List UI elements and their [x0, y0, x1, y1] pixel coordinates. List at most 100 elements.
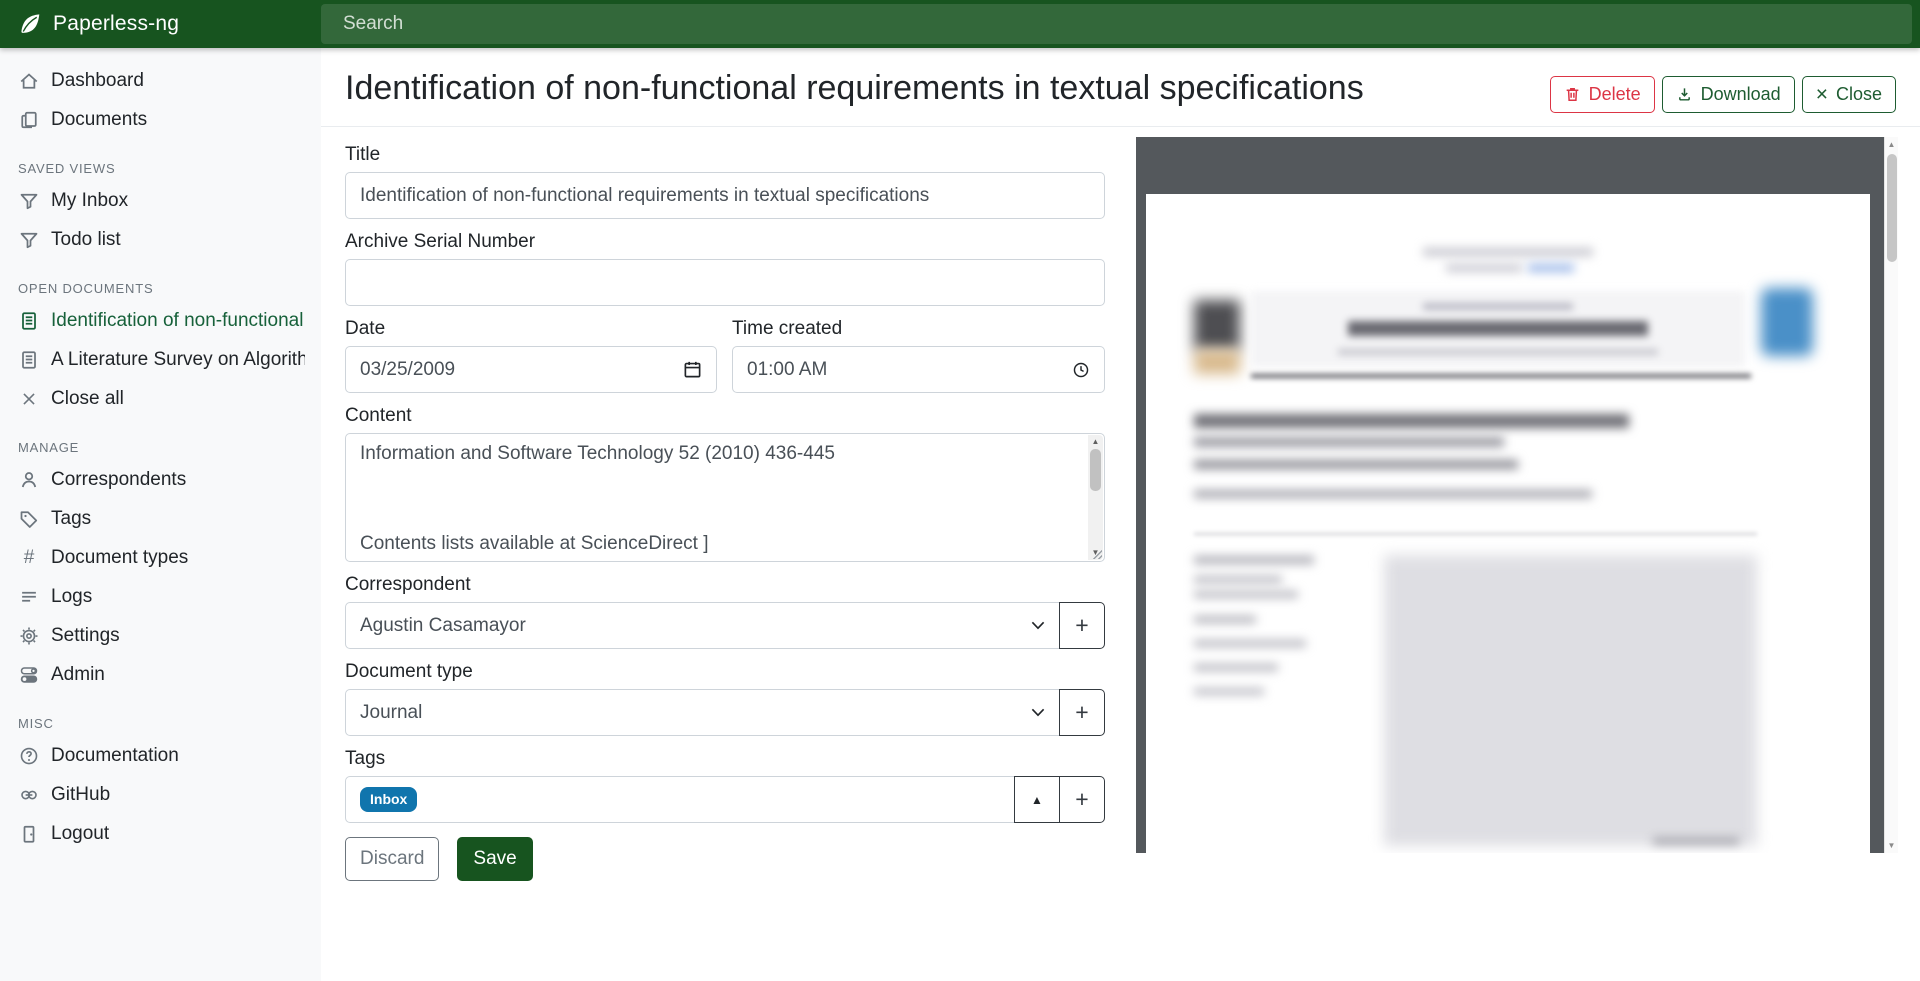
scrollbar-thumb[interactable] [1090, 449, 1101, 491]
funnel-icon [18, 190, 40, 212]
blurred-text-line [1446, 264, 1522, 272]
sidebar-item-label: Logs [51, 586, 92, 608]
sidebar-item-label: A Literature Survey on Algorithms for Mu… [51, 349, 305, 371]
save-button[interactable]: Save [457, 837, 532, 881]
document-type-select[interactable]: Journal [345, 689, 1060, 736]
content-line-2: Contents lists available at ScienceDirec… [360, 533, 709, 555]
blurred-journal-cover [1194, 300, 1240, 350]
sidebar-item-label: Todo list [51, 229, 121, 251]
blurred-text-line [1194, 576, 1282, 583]
person-icon [18, 469, 40, 491]
discard-button[interactable]: Discard [345, 837, 439, 881]
content-textarea[interactable]: Information and Software Technology 52 (… [345, 433, 1105, 562]
time-input[interactable]: 01:00 AM [732, 346, 1105, 393]
asn-input[interactable] [345, 259, 1105, 306]
chevron-down-icon [1031, 621, 1045, 630]
delete-button-label: Delete [1589, 84, 1641, 105]
document-edit-form: Title Identification of non-functional r… [345, 144, 1105, 881]
search-bar [321, 0, 1920, 48]
blurred-author-line [1194, 460, 1518, 469]
tags-label: Tags [345, 748, 1105, 770]
sidebar-item-label: Identification of non-functional require… [51, 310, 305, 332]
search-input[interactable] [321, 4, 1912, 44]
add-correspondent-button[interactable]: + [1059, 602, 1105, 649]
close-icon [18, 388, 40, 410]
main-content: Identification of non-functional require… [321, 48, 1920, 981]
trash-icon [1564, 86, 1581, 103]
sidebar-item-close-all[interactable]: Close all [0, 380, 321, 419]
content-line-1: Information and Software Technology 52 (… [360, 443, 835, 465]
blurred-text-line [1194, 490, 1592, 498]
top-navbar: Paperless-ng [0, 0, 1920, 48]
content-scrollbar[interactable]: ▲ ▼ [1088, 435, 1103, 560]
sidebar-item-todo-list[interactable]: Todo list [0, 221, 321, 260]
title-field-group: Title Identification of non-functional r… [345, 144, 1105, 219]
title-label: Title [345, 144, 1105, 166]
sidebar-item-dashboard[interactable]: Dashboard [0, 62, 321, 101]
content-field-group: Content Information and Software Technol… [345, 405, 1105, 562]
close-button[interactable]: × Close [1802, 76, 1896, 113]
clock-icon[interactable] [1072, 361, 1090, 379]
sidebar-item-my-inbox[interactable]: My Inbox [0, 182, 321, 221]
sidebar-item-label: GitHub [51, 784, 110, 806]
sidebar-item-admin[interactable]: Admin [0, 656, 321, 695]
sidebar-open-doc-2[interactable]: A Literature Survey on Algorithms for Mu… [0, 341, 321, 380]
preview-scrollbar[interactable]: ▲ ▼ [1884, 137, 1898, 853]
sidebar-item-documentation[interactable]: Documentation [0, 737, 321, 776]
blurred-abstract-block [1384, 556, 1757, 846]
scroll-up-icon[interactable]: ▲ [1092, 435, 1100, 449]
sidebar: Dashboard Documents SAVED VIEWS My Inbox [0, 48, 321, 981]
sidebar-item-label: Settings [51, 625, 120, 647]
blurred-rule [1251, 374, 1751, 378]
house-icon [18, 70, 40, 92]
sidebar-open-doc-1[interactable]: Identification of non-functional require… [0, 302, 321, 341]
documents-icon [18, 109, 40, 131]
add-document-type-button[interactable]: + [1059, 689, 1105, 736]
correspondent-select[interactable]: Agustin Casamayor [345, 602, 1060, 649]
sidebar-item-documents[interactable]: Documents [0, 101, 321, 140]
download-button-label: Download [1701, 84, 1781, 105]
blurred-divider [1194, 533, 1757, 535]
date-label: Date [345, 318, 717, 340]
sidebar-section-misc: MISC [18, 716, 305, 731]
sidebar-item-document-types[interactable]: # Document types [0, 539, 321, 578]
scrollbar-thumb[interactable] [1887, 154, 1897, 262]
sidebar-item-tags[interactable]: Tags [0, 500, 321, 539]
download-button[interactable]: Download [1662, 76, 1795, 113]
title-input[interactable]: Identification of non-functional require… [345, 172, 1105, 219]
tags-input[interactable]: Inbox [345, 776, 1015, 823]
blurred-text-line [1194, 688, 1264, 695]
add-tag-button[interactable]: + [1059, 776, 1105, 823]
time-label: Time created [732, 318, 1105, 340]
calendar-icon[interactable] [683, 360, 702, 379]
tags-field-group: Tags Inbox ▲ + [345, 748, 1105, 823]
blurred-text-line [1423, 248, 1593, 256]
brand-title: Paperless-ng [53, 12, 179, 36]
close-icon: × [1816, 84, 1828, 105]
pdf-preview-pane[interactable]: ▲ ▼ [1136, 137, 1898, 853]
scroll-down-icon[interactable]: ▼ [1888, 838, 1896, 853]
collapse-tags-button[interactable]: ▲ [1014, 776, 1060, 823]
correspondent-field-group: Correspondent Agustin Casamayor + [345, 574, 1105, 649]
scroll-up-icon[interactable]: ▲ [1888, 137, 1896, 152]
document-header: Identification of non-functional require… [321, 48, 1920, 127]
sidebar-item-logs[interactable]: Logs [0, 578, 321, 617]
blurred-text-line [1194, 591, 1298, 598]
tag-badge-inbox[interactable]: Inbox [360, 787, 417, 812]
blurred-text-line [1194, 556, 1314, 564]
correspondent-label: Correspondent [345, 574, 1105, 596]
funnel-icon [18, 229, 40, 251]
document-type-field-group: Document type Journal + [345, 661, 1105, 736]
page-title: Identification of non-functional require… [345, 68, 1364, 109]
content-label: Content [345, 405, 1105, 427]
sidebar-item-settings[interactable]: Settings [0, 617, 321, 656]
delete-button[interactable]: Delete [1550, 76, 1655, 113]
sidebar-item-correspondents[interactable]: Correspondents [0, 461, 321, 500]
text-lines-icon [18, 586, 40, 608]
app-brand[interactable]: Paperless-ng [0, 0, 321, 48]
date-time-row: Date 03/25/2009 Time created 01:00 AM [345, 318, 1105, 393]
sidebar-item-github[interactable]: GitHub [0, 776, 321, 815]
sidebar-item-logout[interactable]: Logout [0, 815, 321, 854]
date-input[interactable]: 03/25/2009 [345, 346, 717, 393]
date-field-group: Date 03/25/2009 [345, 318, 717, 393]
